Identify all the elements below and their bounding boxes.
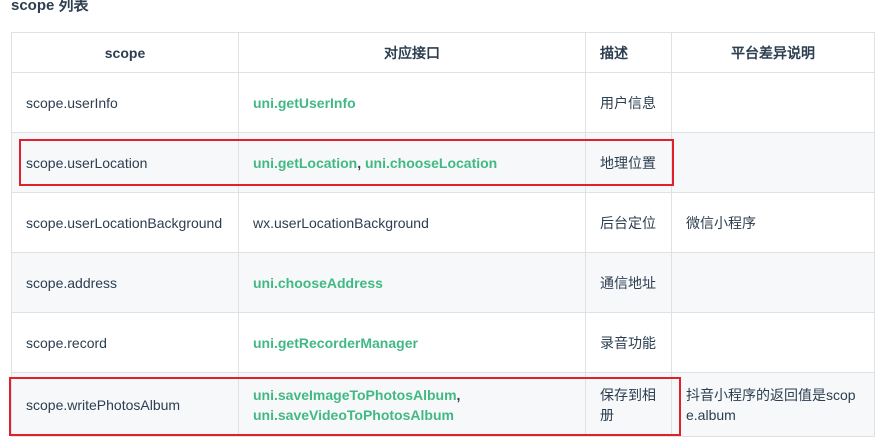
scope-cell: scope.writePhotosAlbum [11, 372, 239, 437]
description-cell: 地理位置 [585, 132, 672, 193]
table-row: scope.userLocation uni.getLocation, uni.… [11, 132, 875, 193]
platform-cell [671, 312, 875, 373]
api-cell: uni.getUserInfo [238, 72, 586, 133]
platform-cell: 微信小程序 [671, 192, 875, 253]
table-row: scope.writePhotosAlbum uni.saveImageToPh… [11, 372, 875, 437]
scope-cell: scope.userInfo [11, 72, 239, 133]
platform-cell: 抖音小程序的返回值是scope.album [671, 372, 875, 437]
header-platform-notes: 平台差异说明 [671, 32, 875, 73]
description-cell: 录音功能 [585, 312, 672, 373]
api-separator: , [456, 386, 461, 403]
header-api: 对应接口 [238, 32, 586, 73]
table-row: scope.record uni.getRecorderManager 录音功能 [11, 312, 875, 373]
description-cell: 后台定位 [585, 192, 672, 253]
api-cell: uni.getRecorderManager [238, 312, 586, 373]
platform-cell [671, 252, 875, 313]
header-description: 描述 [585, 32, 672, 73]
api-separator: , [357, 154, 365, 171]
table-row: scope.address uni.chooseAddress 通信地址 [11, 252, 875, 313]
api-link[interactable]: uni.chooseLocation [365, 155, 497, 171]
scope-cell: scope.userLocationBackground [11, 192, 239, 253]
api-cell: uni.saveImageToPhotosAlbum, uni.saveVide… [238, 372, 586, 437]
api-link[interactable]: uni.saveVideoToPhotosAlbum [253, 407, 454, 423]
description-cell: 用户信息 [585, 72, 672, 133]
api-link[interactable]: uni.getLocation [253, 155, 357, 171]
api-link[interactable]: uni.saveImageToPhotosAlbum [253, 387, 457, 403]
table-row: scope.userLocationBackground wx.userLoca… [11, 192, 875, 253]
scope-cell: scope.userLocation [11, 132, 239, 193]
api-link[interactable]: uni.getUserInfo [253, 95, 356, 111]
platform-cell [671, 72, 875, 133]
platform-cell [671, 132, 875, 193]
api-cell: uni.chooseAddress [238, 252, 586, 313]
table-row: scope.userInfo uni.getUserInfo 用户信息 [11, 72, 875, 133]
api-link[interactable]: uni.getRecorderManager [253, 335, 418, 351]
description-cell: 通信地址 [585, 252, 672, 313]
header-scope: scope [11, 32, 239, 73]
description-cell: 保存到相册 [585, 372, 672, 437]
table-header-row: scope 对应接口 描述 平台差异说明 [11, 32, 875, 73]
api-cell: uni.getLocation, uni.chooseLocation [238, 132, 586, 193]
api-cell: wx.userLocationBackground [238, 192, 586, 253]
scope-cell: scope.address [11, 252, 239, 313]
scope-cell: scope.record [11, 312, 239, 373]
page-title: scope 列表 [11, 0, 89, 14]
scope-table: scope 对应接口 描述 平台差异说明 scope.userInfo uni.… [11, 32, 875, 437]
api-link[interactable]: uni.chooseAddress [253, 275, 383, 291]
